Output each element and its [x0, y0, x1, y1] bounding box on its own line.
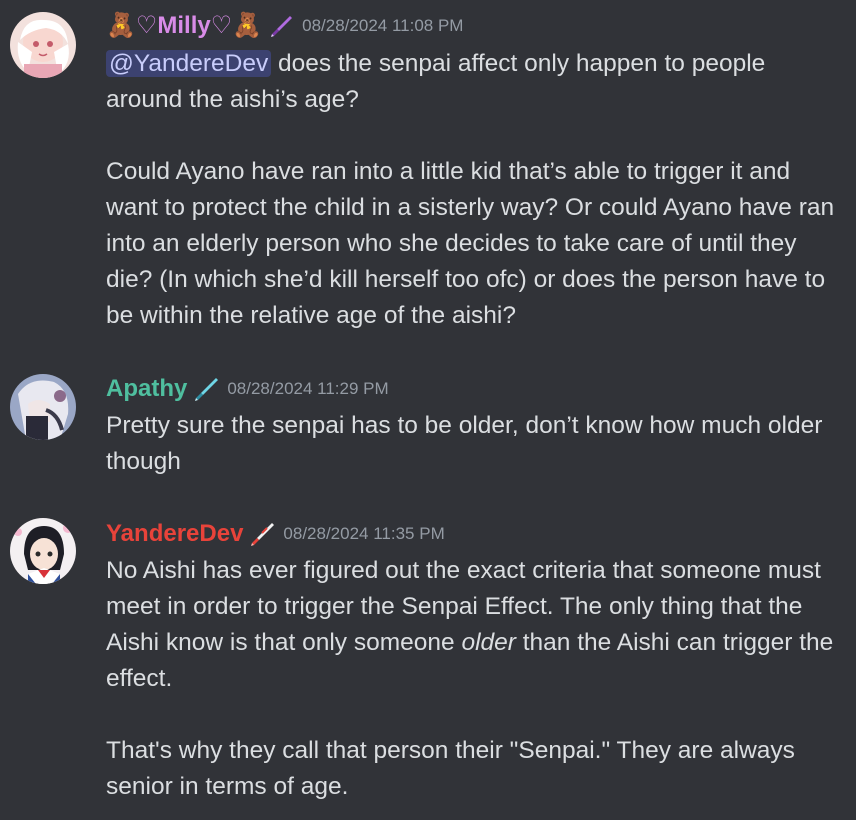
- message-content: @YandereDev does the senpai affect only …: [106, 46, 846, 334]
- timestamp[interactable]: 08/28/2024 11:29 PM: [227, 372, 388, 406]
- message-paragraph: @YandereDev does the senpai affect only …: [106, 46, 846, 118]
- timestamp[interactable]: 08/28/2024 11:08 PM: [302, 9, 463, 43]
- red-knife-icon: [251, 523, 275, 546]
- avatar-milly[interactable]: [10, 12, 76, 78]
- message-paragraph: Could Ayano have ran into a little kid t…: [106, 158, 835, 329]
- message-header: YandereDev 08/28/2024 11:35 PM: [106, 517, 445, 551]
- teal-knife-icon: [195, 378, 219, 401]
- message-content: No Aishi has ever figured out the exact …: [106, 553, 846, 805]
- username[interactable]: Apathy: [106, 372, 187, 406]
- message-content: Pretty sure the senpai has to be older, …: [106, 408, 846, 480]
- message-paragraph: Pretty sure the senpai has to be older, …: [106, 412, 823, 475]
- message-header: Apathy 08/28/2024 11:29 PM: [106, 372, 389, 406]
- username[interactable]: YandereDev: [106, 517, 243, 551]
- timestamp[interactable]: 08/28/2024 11:35 PM: [283, 517, 444, 551]
- avatar-yanderedev[interactable]: [10, 518, 76, 584]
- message-paragraph: That's why they call that person their "…: [106, 737, 795, 800]
- user-mention[interactable]: @YandereDev: [106, 50, 272, 77]
- emphasized-text: older: [461, 629, 516, 656]
- message-paragraph: No Aishi has ever figured out the exact …: [106, 553, 846, 697]
- purple-knife-icon: [271, 16, 293, 37]
- message-header: 🧸♡Milly♡🧸 08/28/2024 11:08 PM: [106, 9, 463, 43]
- avatar-apathy[interactable]: [10, 374, 76, 440]
- username[interactable]: 🧸♡Milly♡🧸: [106, 9, 262, 43]
